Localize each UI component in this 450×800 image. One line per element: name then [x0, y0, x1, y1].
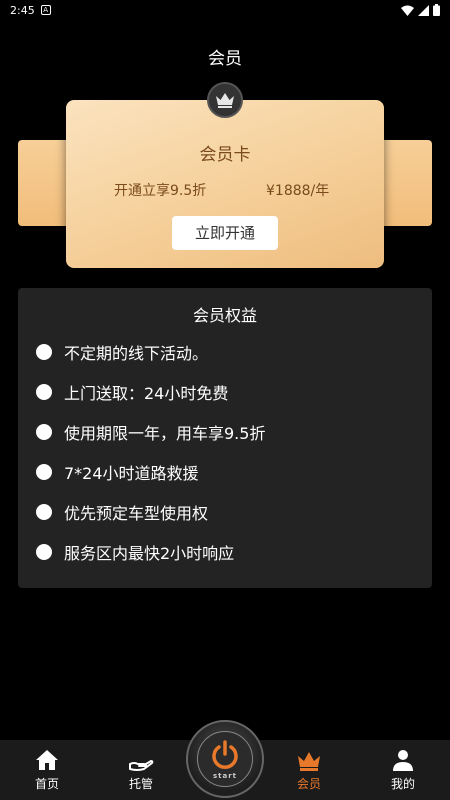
status-bar: 2:45 A: [0, 0, 450, 20]
benefit-text: 使用期限一年，用车享9.5折: [64, 424, 266, 443]
person-icon: [393, 750, 413, 771]
benefit-item: 上门送取：24小时免费: [36, 380, 228, 404]
notification-icon: A: [40, 5, 51, 15]
power-icon: [212, 739, 238, 769]
member-card: 会员卡 开通立享9.5折 ¥1888/年 立即开通: [66, 100, 384, 268]
benefit-text: 服务区内最快2小时响应: [64, 544, 235, 563]
tab-custody[interactable]: 托管: [106, 740, 176, 800]
page-title: 会员: [208, 49, 242, 69]
card-offer: 开通立享9.5折: [114, 183, 207, 199]
benefit-item: 优先预定车型使用权: [36, 500, 208, 524]
benefit-text: 优先预定车型使用权: [64, 504, 209, 523]
hand-icon: [129, 760, 154, 771]
crown-icon: [216, 93, 234, 108]
tab-label: 托管: [128, 777, 153, 791]
signal-icon: [418, 4, 429, 16]
bullet-icon: [36, 544, 52, 560]
battery-icon: [433, 4, 440, 16]
bullet-icon: [36, 344, 52, 360]
bullet-icon: [36, 384, 52, 400]
benefit-item: 不定期的线下活动。: [36, 340, 208, 364]
tab-mine[interactable]: 我的: [368, 740, 438, 800]
tab-membership[interactable]: 会员: [274, 740, 344, 800]
bullet-icon: [36, 424, 52, 440]
status-right: [401, 4, 440, 16]
start-button-inner: start: [197, 731, 253, 787]
tab-home[interactable]: 首页: [12, 740, 82, 800]
start-label: start: [212, 771, 238, 780]
tab-label: 首页: [34, 777, 59, 791]
status-left: 2:45 A: [10, 4, 51, 17]
benefit-text: 上门送取：24小时免费: [64, 384, 229, 403]
crown-badge: [207, 82, 243, 118]
card-title: 会员卡: [199, 145, 251, 165]
home-icon: [36, 750, 58, 770]
benefit-text: 不定期的线下活动。: [64, 344, 209, 363]
bullet-icon: [36, 504, 52, 520]
benefits-panel: 会员权益 不定期的线下活动。 上门送取：24小时免费 使用期限一年，用车享9.5…: [18, 288, 432, 588]
benefit-item: 服务区内最快2小时响应: [36, 540, 234, 564]
benefit-item: 7*24小时道路救援: [36, 460, 199, 484]
status-time: 2:45: [10, 3, 35, 17]
tab-label: 我的: [390, 777, 415, 791]
bullet-icon: [36, 464, 52, 480]
start-button[interactable]: start: [186, 720, 264, 798]
benefits-title: 会员权益: [192, 306, 257, 325]
wifi-icon: [401, 5, 414, 16]
benefit-text: 7*24小时道路救援: [64, 464, 199, 483]
card-price: ¥1888/年: [266, 183, 330, 199]
tab-label: 会员: [296, 777, 321, 791]
crown-icon: [298, 752, 320, 771]
benefit-item: 使用期限一年，用车享9.5折: [36, 420, 265, 444]
open-membership-button[interactable]: 立即开通: [172, 216, 278, 250]
